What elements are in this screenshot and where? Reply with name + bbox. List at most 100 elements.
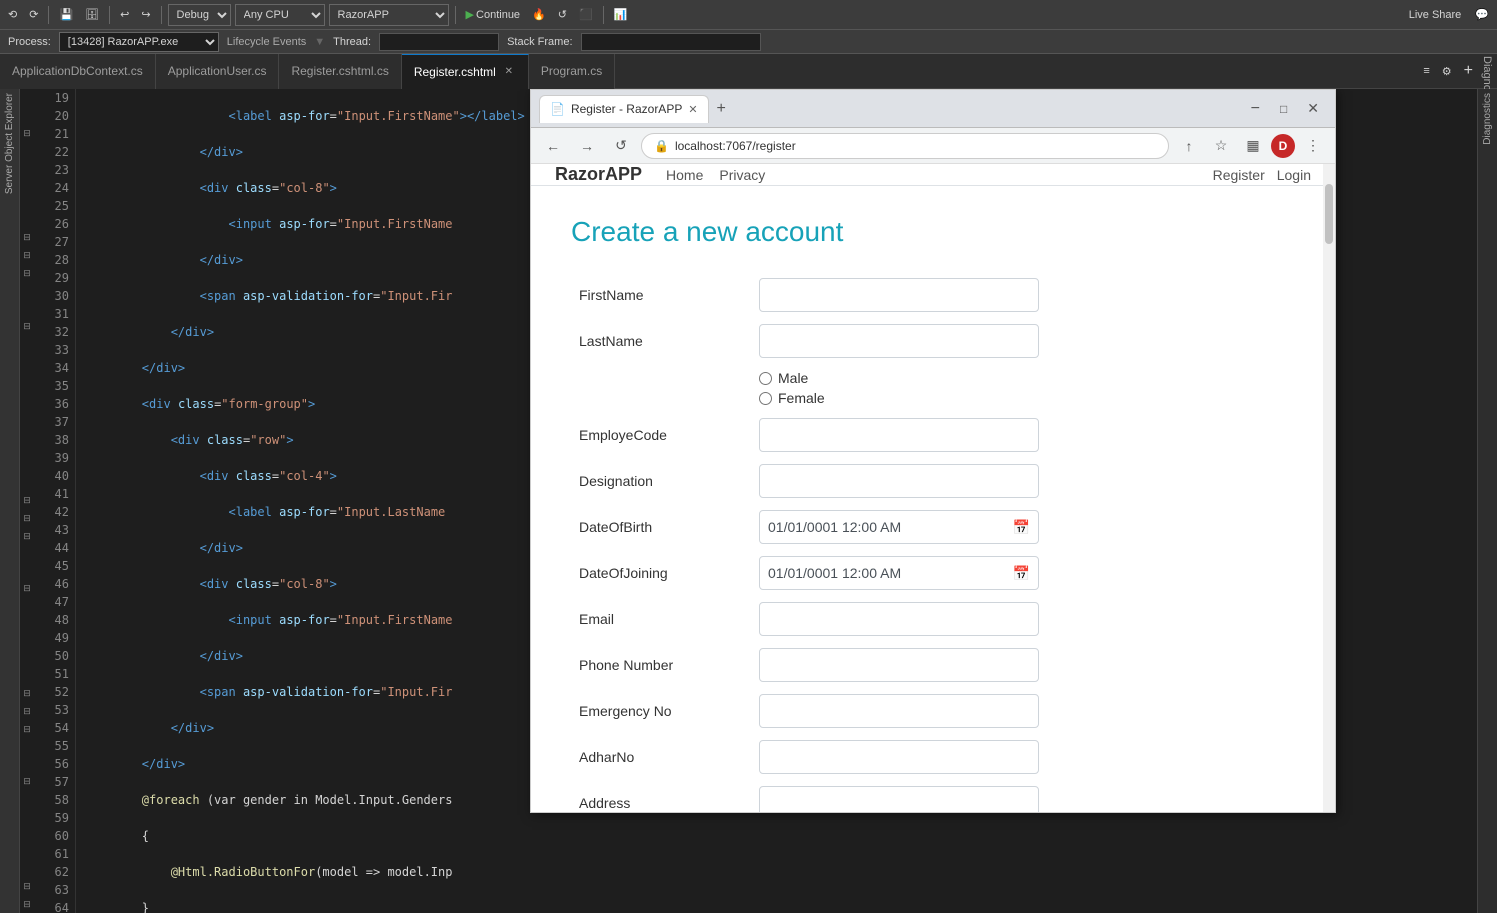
diagnostics-side-label[interactable]: Diagnostics bbox=[1482, 93, 1493, 145]
fold-46 bbox=[20, 562, 34, 579]
browser-tab-register[interactable]: 📄 Register - RazorAPP ✕ bbox=[539, 95, 709, 123]
dob-input[interactable]: 01/01/0001 12:00 AM 📅 bbox=[759, 510, 1039, 544]
browser-url-input[interactable] bbox=[675, 139, 1156, 153]
code-lines-container: ⊟ ⊟ ⊟ ⊟ ⊟ bbox=[20, 89, 530, 913]
win-restore-btn[interactable]: □ bbox=[1272, 100, 1295, 118]
adharno-input[interactable] bbox=[759, 740, 1039, 774]
form-row-phone: Phone Number bbox=[571, 642, 1295, 688]
tab-list-btn[interactable]: ≡ bbox=[1419, 63, 1433, 79]
toolbar-save-btn[interactable]: 💾 bbox=[55, 6, 77, 23]
fold-64[interactable]: ⊟ bbox=[20, 877, 34, 895]
firstname-input[interactable] bbox=[759, 278, 1039, 312]
form-row-lastname: LastName bbox=[571, 318, 1295, 364]
toolbar-back-btn[interactable]: ⟲ bbox=[4, 6, 21, 23]
tab-label: ApplicationDbContext.cs bbox=[12, 64, 143, 78]
gender-male-label[interactable]: Male bbox=[759, 370, 1287, 386]
tab-settings-btn[interactable]: ⚙ bbox=[1438, 63, 1456, 80]
toolbar-save-all-btn[interactable]: 🗄 bbox=[81, 6, 103, 23]
stop-btn[interactable]: ⬛ bbox=[575, 6, 597, 23]
fold-37 bbox=[20, 404, 34, 421]
browser-back-btn[interactable]: ← bbox=[539, 132, 567, 160]
phone-input[interactable] bbox=[759, 648, 1039, 682]
process-dropdown[interactable]: [13428] RazorAPP.exe bbox=[59, 32, 219, 52]
code-content[interactable]: <label asp-for="Input.FirstName"></label… bbox=[76, 89, 530, 913]
diagnostics-btn[interactable]: 📊 bbox=[610, 6, 632, 23]
debug-dropdown[interactable]: Debug bbox=[168, 4, 231, 26]
doj-input[interactable]: 01/01/0001 12:00 AM 📅 bbox=[759, 556, 1039, 590]
tab-register-cshtml[interactable]: Register.cshtml ✕ bbox=[402, 54, 529, 89]
toolbar-undo-btn[interactable]: ↩ bbox=[116, 6, 133, 23]
tab-program[interactable]: Program.cs bbox=[529, 54, 615, 89]
fold-44[interactable]: ⊟ bbox=[20, 527, 34, 545]
form-row-adharno: AdharNo bbox=[571, 734, 1295, 780]
email-input[interactable] bbox=[759, 602, 1039, 636]
gender-female-radio[interactable] bbox=[759, 392, 772, 405]
browser-share-btn[interactable]: ↑ bbox=[1175, 132, 1203, 160]
window-controls: − □ ✕ bbox=[1243, 98, 1327, 120]
fold-65[interactable]: ⊟ bbox=[20, 895, 34, 913]
gender-male-radio[interactable] bbox=[759, 372, 772, 385]
toolbar-forward-btn[interactable]: ⟳ bbox=[25, 6, 42, 23]
fold-42[interactable]: ⊟ bbox=[20, 491, 34, 509]
restart-btn[interactable]: ↺ bbox=[554, 6, 571, 23]
win-close-btn[interactable]: ✕ bbox=[1299, 98, 1327, 119]
employecode-input[interactable] bbox=[759, 418, 1039, 452]
cpu-dropdown[interactable]: Any CPU bbox=[235, 4, 325, 26]
doj-value: 01/01/0001 12:00 AM bbox=[768, 565, 901, 581]
server-explorer-label[interactable]: Server Object Explorer bbox=[2, 89, 17, 198]
browser-tab-close-icon[interactable]: ✕ bbox=[688, 103, 697, 116]
fold-47[interactable]: ⊟ bbox=[20, 579, 34, 597]
fold-28[interactable]: ⊟ bbox=[20, 246, 34, 264]
browser-scroll-thumb[interactable] bbox=[1325, 184, 1333, 244]
form-row-address: Address bbox=[571, 780, 1295, 812]
fold-21[interactable]: ⊟ bbox=[20, 124, 34, 142]
browser-more-btn[interactable]: ⋮ bbox=[1299, 132, 1327, 160]
nav-login-link[interactable]: Login bbox=[1277, 167, 1311, 183]
dob-calendar-icon[interactable]: 📅 bbox=[1013, 519, 1030, 536]
win-minimize-btn[interactable]: − bbox=[1243, 98, 1268, 120]
nav-register-link[interactable]: Register bbox=[1213, 167, 1265, 183]
tab-label: Register.cshtml.cs bbox=[291, 64, 388, 78]
fold-32[interactable]: ⊟ bbox=[20, 317, 34, 335]
thread-label: Thread: bbox=[333, 36, 371, 48]
browser-forward-btn[interactable]: → bbox=[573, 132, 601, 160]
browser-sidebar-btn[interactable]: ▦ bbox=[1239, 132, 1267, 160]
toolbar-redo-btn[interactable]: ↪ bbox=[137, 6, 154, 23]
nav-privacy-link[interactable]: Privacy bbox=[719, 167, 765, 183]
tab-bar: ApplicationDbContext.cs ApplicationUser.… bbox=[0, 54, 1497, 89]
fold-53[interactable]: ⊟ bbox=[20, 684, 34, 702]
live-share-btn[interactable]: Live Share bbox=[1405, 7, 1466, 23]
tab-register-cs[interactable]: Register.cshtml.cs bbox=[279, 54, 401, 89]
stack-frame-input[interactable] bbox=[581, 33, 761, 51]
fold-27[interactable]: ⊟ bbox=[20, 228, 34, 246]
designation-input[interactable] bbox=[759, 464, 1039, 498]
fold-31 bbox=[20, 300, 34, 317]
gender-female-label[interactable]: Female bbox=[759, 390, 1287, 406]
fold-58[interactable]: ⊟ bbox=[20, 772, 34, 790]
hot-reload-btn[interactable]: 🔥 bbox=[528, 6, 550, 23]
app-dropdown[interactable]: RazorAPP bbox=[329, 4, 449, 26]
browser-profile-avatar[interactable]: D bbox=[1271, 134, 1295, 158]
fold-48 bbox=[20, 597, 34, 614]
browser-scrollbar[interactable] bbox=[1323, 164, 1335, 812]
emergency-input[interactable] bbox=[759, 694, 1039, 728]
fold-54[interactable]: ⊟ bbox=[20, 702, 34, 720]
tab-close-icon[interactable]: ✕ bbox=[502, 65, 516, 79]
doj-calendar-icon[interactable]: 📅 bbox=[1013, 565, 1030, 582]
continue-btn[interactable]: ▶ Continue bbox=[462, 6, 525, 23]
thread-input[interactable] bbox=[379, 33, 499, 51]
nav-home-link[interactable]: Home bbox=[666, 167, 703, 183]
browser-star-btn[interactable]: ☆ bbox=[1207, 132, 1235, 160]
tab-add-btn[interactable]: + bbox=[1460, 60, 1477, 82]
fold-55[interactable]: ⊟ bbox=[20, 720, 34, 738]
fold-29[interactable]: ⊟ bbox=[20, 264, 34, 282]
feedback-btn[interactable]: 💬 bbox=[1471, 6, 1493, 23]
lastname-label: LastName bbox=[571, 318, 751, 364]
tab-applicationdbcontext[interactable]: ApplicationDbContext.cs bbox=[0, 54, 156, 89]
fold-43[interactable]: ⊟ bbox=[20, 509, 34, 527]
lastname-input[interactable] bbox=[759, 324, 1039, 358]
address-input[interactable] bbox=[759, 786, 1039, 812]
browser-new-tab-btn[interactable]: + bbox=[713, 100, 730, 118]
browser-refresh-btn[interactable]: ↺ bbox=[607, 132, 635, 160]
tab-applicationuser[interactable]: ApplicationUser.cs bbox=[156, 54, 280, 89]
